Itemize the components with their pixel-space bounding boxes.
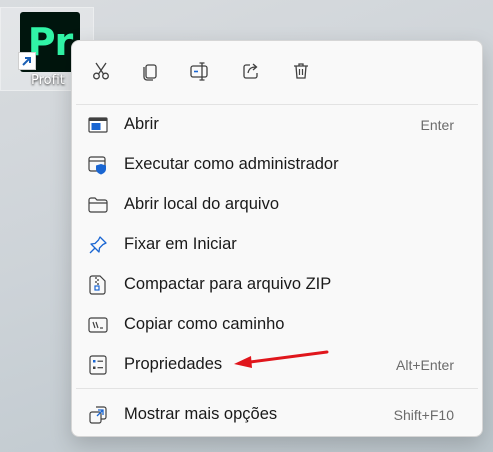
pin-icon: [88, 235, 108, 255]
rename-icon: [190, 62, 208, 81]
properties-icon: [88, 355, 108, 375]
annotation-arrow-icon: [234, 350, 329, 368]
divider: [76, 388, 478, 389]
menu-item-shortcut: Alt+Enter: [396, 357, 454, 373]
shortcut-arrow-icon: [18, 52, 36, 70]
menu-item-compress-zip[interactable]: Compactar para arquivo ZIP: [77, 266, 477, 304]
more-options-icon: [88, 405, 108, 425]
menu-item-label: Propriedades: [124, 355, 223, 373]
folder-icon: [88, 195, 108, 215]
menu-item-copy-as-path[interactable]: Copiar como caminho: [77, 306, 477, 344]
zip-icon: [88, 275, 108, 295]
delete-icon: [294, 63, 308, 79]
share-icon: [243, 63, 258, 79]
cut-icon: [93, 62, 109, 80]
menu-item-open-file-location[interactable]: Abrir local do arquivo: [77, 186, 477, 224]
context-menu: Abrir Enter Executar como administrador …: [71, 40, 483, 437]
menu-item-show-more-options[interactable]: Mostrar mais opções Shift+F10: [77, 396, 477, 434]
menu-item-pin-to-start[interactable]: Fixar em Iniciar: [77, 226, 477, 264]
shortcut-label: Profit: [31, 73, 65, 88]
share-button[interactable]: [233, 54, 269, 88]
copy-icon: [143, 64, 157, 81]
menu-item-label: Executar como administrador: [124, 155, 339, 173]
menu-item-label: Compactar para arquivo ZIP: [124, 275, 332, 293]
copy-button[interactable]: [132, 54, 168, 88]
menu-item-label: Fixar em Iniciar: [124, 235, 237, 253]
delete-button[interactable]: [283, 54, 319, 88]
menu-item-label: Mostrar mais opções: [124, 405, 278, 423]
admin-shield-icon: [88, 155, 108, 175]
menu-item-open[interactable]: Abrir Enter: [77, 106, 477, 144]
menu-item-run-as-admin[interactable]: Executar como administrador: [77, 146, 477, 184]
menu-item-label: Copiar como caminho: [124, 315, 285, 333]
menu-item-label: Abrir local do arquivo: [124, 195, 279, 213]
rename-button[interactable]: [182, 54, 218, 88]
cut-button[interactable]: [83, 54, 119, 88]
menu-item-shortcut: Shift+F10: [393, 407, 454, 423]
menu-item-shortcut: Enter: [420, 117, 454, 133]
divider: [76, 104, 478, 105]
quick-actions-bar: [72, 41, 482, 103]
menu-item-label: Abrir: [124, 115, 159, 133]
copy-path-icon: [88, 315, 108, 335]
open-window-icon: [88, 115, 108, 135]
